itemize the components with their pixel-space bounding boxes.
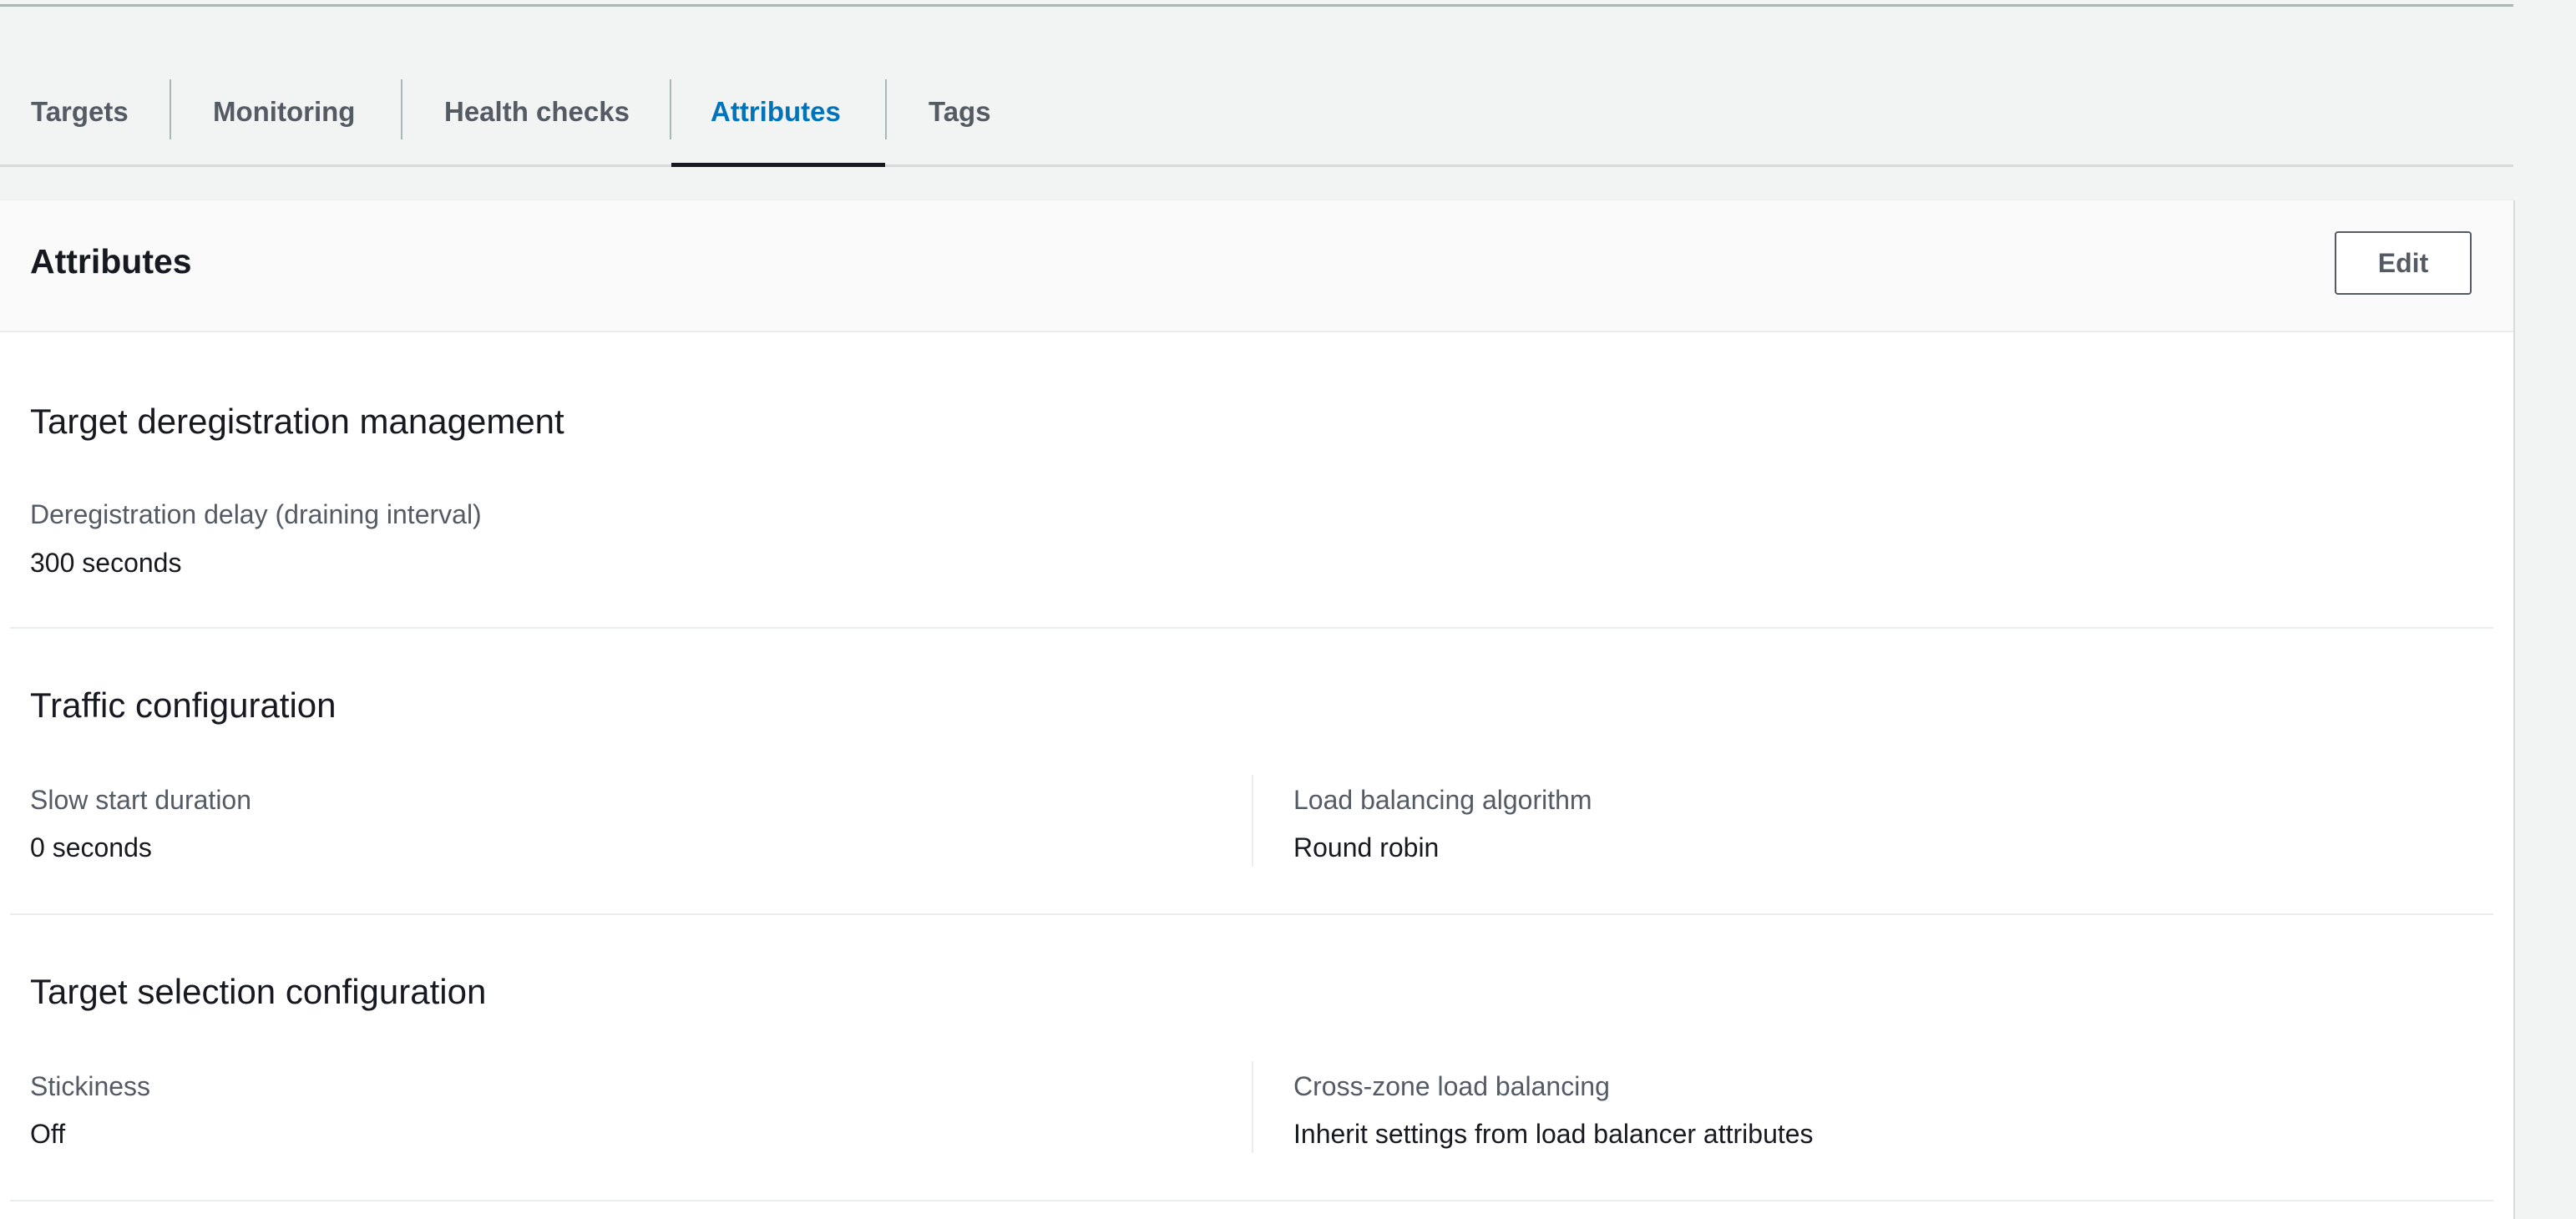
tab-label: Attributes [711, 95, 841, 127]
tab-targets[interactable]: Targets [0, 58, 170, 164]
target-selection-section: Target selection configuration Stickines… [10, 915, 2493, 1201]
tab-label: Tags [929, 95, 991, 127]
tab-monitoring[interactable]: Monitoring [170, 58, 401, 164]
traffic-section: Traffic configuration Slow start duratio… [10, 629, 2493, 915]
stickiness-value: Off [30, 1119, 66, 1149]
column-divider [1252, 775, 1253, 867]
tab-tags[interactable]: Tags [885, 58, 1002, 164]
deregistration-delay-value: 300 seconds [30, 548, 182, 578]
attributes-panel: Attributes Edit Target deregistration ma… [0, 200, 2513, 1219]
panel-title: Attributes [30, 242, 192, 281]
tab-bar: Targets Monitoring Health checks Attribu… [0, 58, 2513, 167]
section-title: Target selection configuration [30, 972, 487, 1011]
algorithm-label: Load balancing algorithm [1293, 785, 1592, 815]
tab-attributes[interactable]: Attributes [670, 58, 885, 167]
section-title: Traffic configuration [30, 685, 337, 725]
cross-zone-label: Cross-zone load balancing [1293, 1071, 1610, 1101]
algorithm-value: Round robin [1293, 832, 1440, 862]
stickiness-label: Stickiness [30, 1071, 151, 1101]
tab-label: Health checks [444, 95, 630, 127]
cross-zone-value: Inherit settings from load balancer attr… [1293, 1119, 1814, 1149]
panel-header: Attributes Edit [0, 200, 2513, 332]
deregistration-section: Target deregistration management Deregis… [10, 332, 2493, 629]
tab-label: Monitoring [213, 95, 356, 127]
edit-button[interactable]: Edit [2335, 231, 2472, 295]
deregistration-delay-label: Deregistration delay (draining interval) [30, 499, 482, 529]
top-border [0, 0, 2513, 7]
section-title: Target deregistration management [30, 402, 564, 441]
tab-label: Targets [31, 95, 129, 127]
tab-health-checks[interactable]: Health checks [401, 58, 670, 164]
column-divider [1252, 1061, 1253, 1153]
slow-start-value: 0 seconds [30, 832, 152, 862]
slow-start-label: Slow start duration [30, 785, 252, 815]
